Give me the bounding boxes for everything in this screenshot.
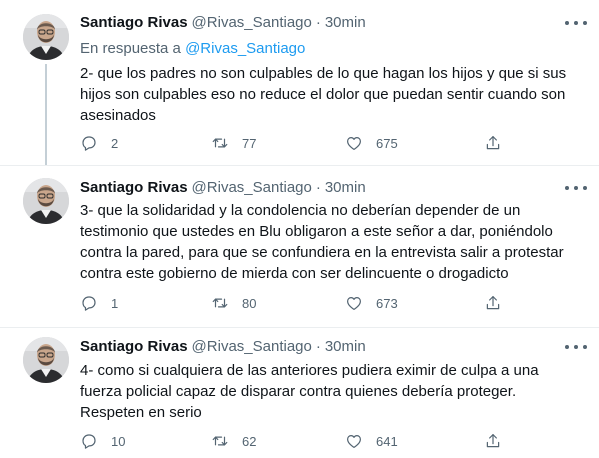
tweet-text: 4- como si cualquiera de las anteriores … (80, 362, 539, 421)
author-handle[interactable]: @Rivas_Santiago (192, 338, 312, 355)
share-button[interactable] (484, 431, 502, 451)
like-count: 673 (376, 295, 398, 311)
heart-icon (345, 294, 363, 312)
tweet-header: Santiago Rivas @Rivas_Santiago · 30min (80, 12, 366, 32)
author-handle[interactable]: @Rivas_Santiago (192, 14, 312, 31)
like-button[interactable]: 641 (345, 431, 398, 451)
retweet-count: 77 (242, 135, 257, 151)
more-icon[interactable] (565, 181, 587, 195)
tweet[interactable]: Santiago Rivas @Rivas_Santiago · 30min 4… (0, 327, 599, 458)
avatar[interactable] (23, 14, 69, 60)
tweet-time[interactable]: 30min (325, 338, 366, 355)
more-icon[interactable] (565, 16, 587, 30)
tweet-header: Santiago Rivas @Rivas_Santiago · 30min (80, 177, 366, 197)
tweet-actions: 2 77 675 (80, 133, 510, 153)
tweet-text: 3- que la solidaridad y la condolencia n… (80, 202, 564, 282)
retweet-button[interactable]: 80 (211, 293, 256, 313)
share-button[interactable] (484, 133, 502, 153)
author-name[interactable]: Santiago Rivas (80, 338, 188, 355)
reply-handle-link[interactable]: @Rivas_Santiago (185, 40, 305, 57)
share-button[interactable] (484, 293, 502, 313)
share-icon (484, 134, 502, 152)
retweet-icon (211, 134, 229, 152)
avatar[interactable] (23, 337, 69, 383)
reply-context: En respuesta a @Rivas_Santiago (80, 40, 305, 57)
share-icon (484, 432, 502, 450)
reply-button[interactable]: 1 (80, 293, 118, 313)
author-name[interactable]: Santiago Rivas (80, 14, 188, 31)
like-button[interactable]: 675 (345, 133, 398, 153)
tweet-text: 2- que los padres no son culpables de lo… (80, 65, 567, 124)
reply-button[interactable]: 2 (80, 133, 118, 153)
tweet-time[interactable]: 30min (325, 14, 366, 31)
tweet-actions: 1 80 673 (80, 293, 510, 313)
author-name[interactable]: Santiago Rivas (80, 179, 188, 196)
tweet[interactable]: Santiago Rivas @Rivas_Santiago · 30min 3… (0, 165, 599, 327)
reply-count: 1 (111, 295, 119, 311)
retweet-button[interactable]: 62 (211, 431, 256, 451)
reply-prefix: En respuesta a (80, 40, 181, 57)
author-handle[interactable]: @Rivas_Santiago (192, 179, 312, 196)
heart-icon (345, 134, 363, 152)
like-button[interactable]: 673 (345, 293, 398, 313)
retweet-count: 80 (242, 295, 257, 311)
retweet-icon (211, 294, 229, 312)
reply-icon (80, 134, 98, 152)
tweet[interactable]: Santiago Rivas @Rivas_Santiago · 30min E… (0, 0, 599, 165)
tweet-header: Santiago Rivas @Rivas_Santiago · 30min (80, 336, 366, 356)
retweet-icon (211, 432, 229, 450)
like-count: 641 (376, 433, 398, 449)
tweet-time[interactable]: 30min (325, 179, 366, 196)
heart-icon (345, 432, 363, 450)
retweet-count: 62 (242, 433, 257, 449)
separator-dot: · (315, 178, 321, 196)
thread-line (45, 64, 47, 165)
reply-count: 10 (111, 433, 126, 449)
separator-dot: · (315, 13, 321, 31)
share-icon (484, 294, 502, 312)
reply-button[interactable]: 10 (80, 431, 125, 451)
tweet-actions: 10 62 641 (80, 431, 510, 451)
separator-dot: · (315, 337, 321, 355)
reply-icon (80, 294, 98, 312)
more-icon[interactable] (565, 340, 587, 354)
avatar[interactable] (23, 178, 69, 224)
reply-count: 2 (111, 135, 119, 151)
retweet-button[interactable]: 77 (211, 133, 256, 153)
reply-icon (80, 432, 98, 450)
like-count: 675 (376, 135, 398, 151)
